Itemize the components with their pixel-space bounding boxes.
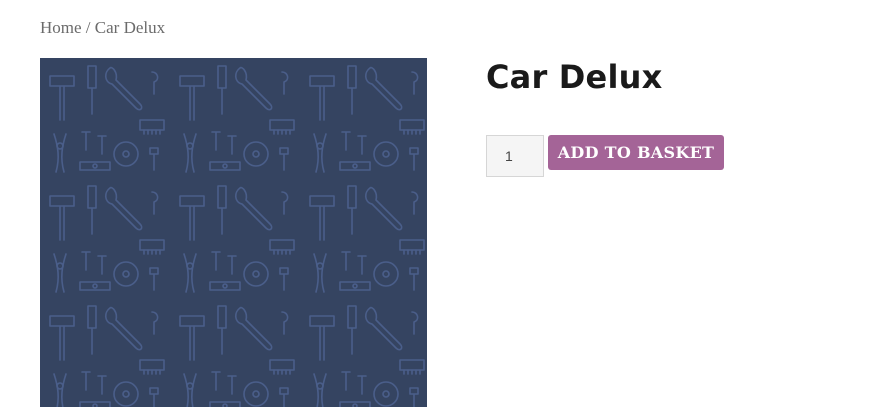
breadcrumb-current: Car Delux (94, 18, 166, 37)
breadcrumb: Home / Car Delux (40, 18, 165, 38)
product-title: Car Delux (486, 58, 663, 96)
add-to-basket-button[interactable]: ADD TO BASKET (548, 135, 724, 170)
tools-pattern-image (40, 58, 427, 407)
breadcrumb-separator: / (81, 18, 95, 37)
product-image[interactable] (40, 58, 427, 407)
breadcrumb-home-link[interactable]: Home (40, 18, 82, 37)
quantity-input[interactable] (486, 135, 544, 177)
